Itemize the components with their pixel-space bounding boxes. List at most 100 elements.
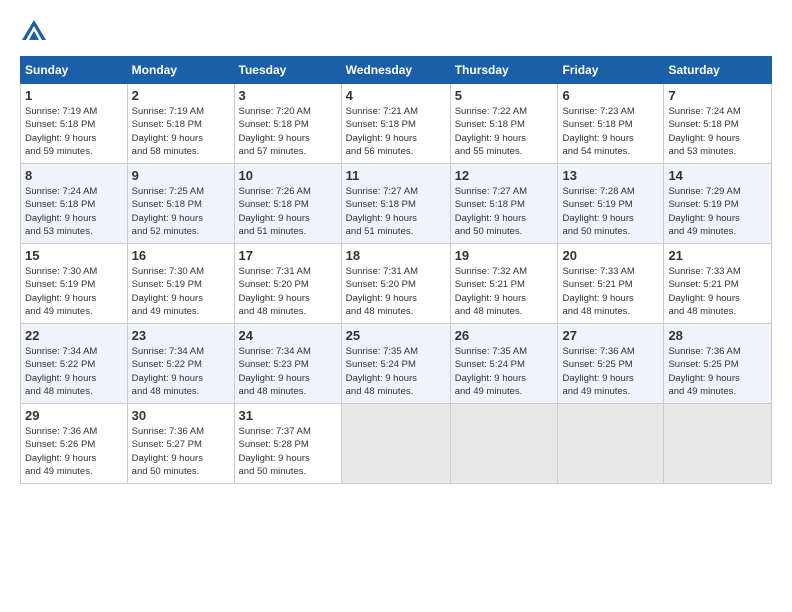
weekday-header: Monday xyxy=(127,57,234,84)
day-number: 27 xyxy=(562,328,659,343)
calendar-cell: 23 Sunrise: 7:34 AM Sunset: 5:22 PM Dayli… xyxy=(127,324,234,404)
day-number: 2 xyxy=(132,88,230,103)
weekday-header: Thursday xyxy=(450,57,558,84)
calendar-cell: 24 Sunrise: 7:34 AM Sunset: 5:23 PM Dayli… xyxy=(234,324,341,404)
day-number: 11 xyxy=(346,168,446,183)
day-number: 29 xyxy=(25,408,123,423)
day-number: 22 xyxy=(25,328,123,343)
day-number: 6 xyxy=(562,88,659,103)
day-number: 9 xyxy=(132,168,230,183)
day-number: 25 xyxy=(346,328,446,343)
calendar-cell xyxy=(450,404,558,484)
day-number: 31 xyxy=(239,408,337,423)
day-number: 23 xyxy=(132,328,230,343)
day-number: 24 xyxy=(239,328,337,343)
calendar-cell: 26Sunrise: 7:35 AM Sunset: 5:24 PM Dayli… xyxy=(450,324,558,404)
day-number: 12 xyxy=(455,168,554,183)
calendar-cell: 15 Sunrise: 7:30 AM Sunset: 5:19 PM Dayli… xyxy=(21,244,128,324)
day-number: 19 xyxy=(455,248,554,263)
day-info: Sunrise: 7:31 AM Sunset: 5:20 PM Dayligh… xyxy=(346,265,446,318)
calendar-week: 22 Sunrise: 7:34 AM Sunset: 5:22 PM Dayli… xyxy=(21,324,772,404)
day-info: Sunrise: 7:36 AM Sunset: 5:27 PM Dayligh… xyxy=(132,425,230,478)
calendar-cell: 29Sunrise: 7:36 AM Sunset: 5:26 PM Dayli… xyxy=(21,404,128,484)
day-info: Sunrise: 7:24 AM Sunset: 5:18 PM Dayligh… xyxy=(668,105,767,158)
logo xyxy=(20,18,52,46)
day-number: 17 xyxy=(239,248,337,263)
calendar: SundayMondayTuesdayWednesdayThursdayFrid… xyxy=(20,56,772,484)
calendar-cell: 19Sunrise: 7:32 AM Sunset: 5:21 PM Dayli… xyxy=(450,244,558,324)
calendar-cell: 22 Sunrise: 7:34 AM Sunset: 5:22 PM Dayli… xyxy=(21,324,128,404)
day-info: Sunrise: 7:36 AM Sunset: 5:25 PM Dayligh… xyxy=(562,345,659,398)
day-number: 30 xyxy=(132,408,230,423)
day-info: Sunrise: 7:34 AM Sunset: 5:22 PM Dayligh… xyxy=(132,345,230,398)
calendar-cell: 21Sunrise: 7:33 AM Sunset: 5:21 PM Dayli… xyxy=(664,244,772,324)
day-number: 5 xyxy=(455,88,554,103)
calendar-week: 8 Sunrise: 7:24 AM Sunset: 5:18 PM Daylig… xyxy=(21,164,772,244)
day-info: Sunrise: 7:35 AM Sunset: 5:24 PM Dayligh… xyxy=(455,345,554,398)
weekday-header: Wednesday xyxy=(341,57,450,84)
calendar-cell xyxy=(558,404,664,484)
day-info: Sunrise: 7:33 AM Sunset: 5:21 PM Dayligh… xyxy=(562,265,659,318)
day-info: Sunrise: 7:37 AM Sunset: 5:28 PM Dayligh… xyxy=(239,425,337,478)
day-info: Sunrise: 7:31 AM Sunset: 5:20 PM Dayligh… xyxy=(239,265,337,318)
calendar-cell: 1 Sunrise: 7:19 AM Sunset: 5:18 PM Daylig… xyxy=(21,84,128,164)
day-info: Sunrise: 7:20 AM Sunset: 5:18 PM Dayligh… xyxy=(239,105,337,158)
calendar-cell: 7Sunrise: 7:24 AM Sunset: 5:18 PM Daylig… xyxy=(664,84,772,164)
calendar-cell: 12 Sunrise: 7:27 AM Sunset: 5:18 PM Dayli… xyxy=(450,164,558,244)
calendar-cell: 11 Sunrise: 7:27 AM Sunset: 5:18 PM Dayli… xyxy=(341,164,450,244)
calendar-cell: 4 Sunrise: 7:21 AM Sunset: 5:18 PM Daylig… xyxy=(341,84,450,164)
day-info: Sunrise: 7:26 AM Sunset: 5:18 PM Dayligh… xyxy=(239,185,337,238)
day-info: Sunrise: 7:30 AM Sunset: 5:19 PM Dayligh… xyxy=(25,265,123,318)
calendar-cell: 3 Sunrise: 7:20 AM Sunset: 5:18 PM Daylig… xyxy=(234,84,341,164)
day-number: 10 xyxy=(239,168,337,183)
day-info: Sunrise: 7:28 AM Sunset: 5:19 PM Dayligh… xyxy=(562,185,659,238)
calendar-cell: 25 Sunrise: 7:35 AM Sunset: 5:24 PM Dayli… xyxy=(341,324,450,404)
calendar-cell: 10 Sunrise: 7:26 AM Sunset: 5:18 PM Dayli… xyxy=(234,164,341,244)
day-number: 13 xyxy=(562,168,659,183)
weekday-header: Friday xyxy=(558,57,664,84)
calendar-cell: 20 Sunrise: 7:33 AM Sunset: 5:21 PM Dayli… xyxy=(558,244,664,324)
calendar-week: 15 Sunrise: 7:30 AM Sunset: 5:19 PM Dayli… xyxy=(21,244,772,324)
day-info: Sunrise: 7:19 AM Sunset: 5:18 PM Dayligh… xyxy=(132,105,230,158)
day-info: Sunrise: 7:25 AM Sunset: 5:18 PM Dayligh… xyxy=(132,185,230,238)
day-number: 8 xyxy=(25,168,123,183)
day-info: Sunrise: 7:27 AM Sunset: 5:18 PM Dayligh… xyxy=(346,185,446,238)
day-info: Sunrise: 7:30 AM Sunset: 5:19 PM Dayligh… xyxy=(132,265,230,318)
day-info: Sunrise: 7:29 AM Sunset: 5:19 PM Dayligh… xyxy=(668,185,767,238)
day-number: 14 xyxy=(668,168,767,183)
calendar-cell: 27 Sunrise: 7:36 AM Sunset: 5:25 PM Dayli… xyxy=(558,324,664,404)
calendar-cell: 18Sunrise: 7:31 AM Sunset: 5:20 PM Dayli… xyxy=(341,244,450,324)
day-info: Sunrise: 7:34 AM Sunset: 5:23 PM Dayligh… xyxy=(239,345,337,398)
weekday-header: Tuesday xyxy=(234,57,341,84)
calendar-cell: 17 Sunrise: 7:31 AM Sunset: 5:20 PM Dayli… xyxy=(234,244,341,324)
day-number: 1 xyxy=(25,88,123,103)
day-number: 21 xyxy=(668,248,767,263)
day-number: 16 xyxy=(132,248,230,263)
calendar-cell: 2 Sunrise: 7:19 AM Sunset: 5:18 PM Daylig… xyxy=(127,84,234,164)
day-number: 20 xyxy=(562,248,659,263)
day-info: Sunrise: 7:35 AM Sunset: 5:24 PM Dayligh… xyxy=(346,345,446,398)
calendar-cell: 28Sunrise: 7:36 AM Sunset: 5:25 PM Dayli… xyxy=(664,324,772,404)
calendar-cell: 9 Sunrise: 7:25 AM Sunset: 5:18 PM Daylig… xyxy=(127,164,234,244)
day-number: 15 xyxy=(25,248,123,263)
calendar-cell: 5 Sunrise: 7:22 AM Sunset: 5:18 PM Daylig… xyxy=(450,84,558,164)
day-info: Sunrise: 7:24 AM Sunset: 5:18 PM Dayligh… xyxy=(25,185,123,238)
day-info: Sunrise: 7:21 AM Sunset: 5:18 PM Dayligh… xyxy=(346,105,446,158)
day-info: Sunrise: 7:22 AM Sunset: 5:18 PM Dayligh… xyxy=(455,105,554,158)
calendar-cell: 13 Sunrise: 7:28 AM Sunset: 5:19 PM Dayli… xyxy=(558,164,664,244)
day-info: Sunrise: 7:19 AM Sunset: 5:18 PM Dayligh… xyxy=(25,105,123,158)
calendar-week: 1 Sunrise: 7:19 AM Sunset: 5:18 PM Daylig… xyxy=(21,84,772,164)
weekday-header: Sunday xyxy=(21,57,128,84)
day-info: Sunrise: 7:34 AM Sunset: 5:22 PM Dayligh… xyxy=(25,345,123,398)
header xyxy=(20,18,772,46)
calendar-cell: 8 Sunrise: 7:24 AM Sunset: 5:18 PM Daylig… xyxy=(21,164,128,244)
calendar-cell: 14 Sunrise: 7:29 AM Sunset: 5:19 PM Dayli… xyxy=(664,164,772,244)
calendar-header: SundayMondayTuesdayWednesdayThursdayFrid… xyxy=(21,57,772,84)
day-number: 3 xyxy=(239,88,337,103)
logo-icon xyxy=(20,18,48,46)
calendar-week: 29Sunrise: 7:36 AM Sunset: 5:26 PM Dayli… xyxy=(21,404,772,484)
calendar-cell: 30 Sunrise: 7:36 AM Sunset: 5:27 PM Dayli… xyxy=(127,404,234,484)
day-info: Sunrise: 7:27 AM Sunset: 5:18 PM Dayligh… xyxy=(455,185,554,238)
day-number: 4 xyxy=(346,88,446,103)
day-info: Sunrise: 7:23 AM Sunset: 5:18 PM Dayligh… xyxy=(562,105,659,158)
